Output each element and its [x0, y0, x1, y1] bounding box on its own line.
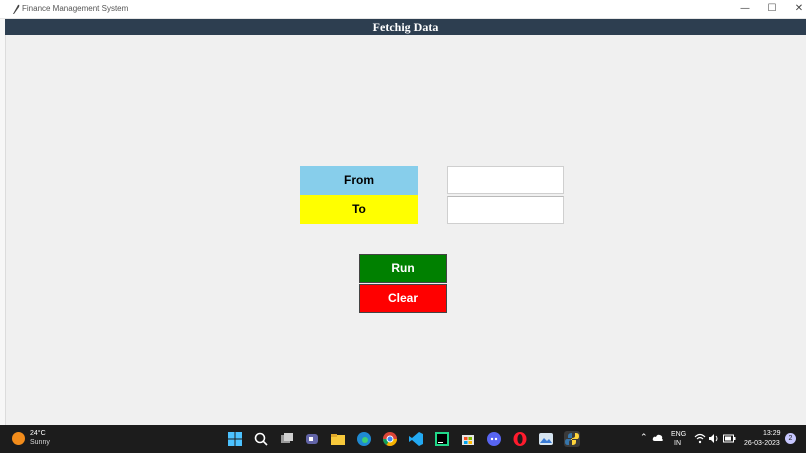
task-view-icon[interactable]: [279, 431, 295, 447]
window-title: Finance Management System: [22, 4, 129, 13]
teams-icon[interactable]: [304, 431, 320, 447]
window-left-edge: [0, 19, 6, 425]
chevron-up-icon[interactable]: ⌃: [640, 432, 648, 443]
to-input[interactable]: [447, 196, 564, 224]
discord-icon[interactable]: [486, 431, 502, 447]
chrome-icon[interactable]: [382, 431, 398, 447]
cloud-icon[interactable]: [652, 433, 664, 443]
window-title-bar: Finance Management System — ☐ ✕: [0, 0, 806, 19]
weather-temperature[interactable]: 24°C: [30, 430, 46, 437]
weather-description[interactable]: Sunny: [30, 439, 50, 446]
from-input[interactable]: [447, 166, 564, 194]
clear-button[interactable]: Clear: [359, 284, 447, 313]
minimize-button[interactable]: —: [731, 0, 759, 18]
from-label: From: [300, 166, 418, 195]
close-button[interactable]: ✕: [785, 0, 806, 18]
file-explorer-icon[interactable]: [330, 431, 346, 447]
run-button[interactable]: Run: [359, 254, 447, 283]
page-header: Fetchig Data: [5, 19, 806, 35]
photos-icon[interactable]: [538, 431, 554, 447]
windows-start-icon[interactable]: [227, 431, 243, 447]
vscode-icon[interactable]: [408, 431, 424, 447]
search-icon[interactable]: [253, 431, 269, 447]
feather-app-icon: [13, 4, 20, 14]
edge-icon[interactable]: [356, 431, 372, 447]
notification-badge[interactable]: 2: [785, 433, 796, 444]
input-region-indicator[interactable]: IN: [674, 440, 681, 447]
battery-icon[interactable]: [723, 434, 736, 443]
opera-icon[interactable]: [512, 431, 528, 447]
store-icon[interactable]: [460, 431, 476, 447]
maximize-button[interactable]: ☐: [758, 0, 786, 18]
clock-date[interactable]: 26-03-2023: [744, 440, 780, 447]
taskbar: 24°C Sunny ⌃ ENG IN 13:29 26-03-2023 2: [0, 425, 806, 453]
sun-weather-icon[interactable]: [12, 432, 25, 445]
volume-icon[interactable]: [708, 433, 720, 444]
pycharm-icon[interactable]: [434, 431, 450, 447]
language-indicator[interactable]: ENG: [671, 431, 686, 438]
to-label: To: [300, 195, 418, 224]
wifi-icon[interactable]: [694, 433, 706, 444]
clock-time[interactable]: 13:29: [763, 430, 781, 437]
python-icon[interactable]: [564, 431, 580, 447]
